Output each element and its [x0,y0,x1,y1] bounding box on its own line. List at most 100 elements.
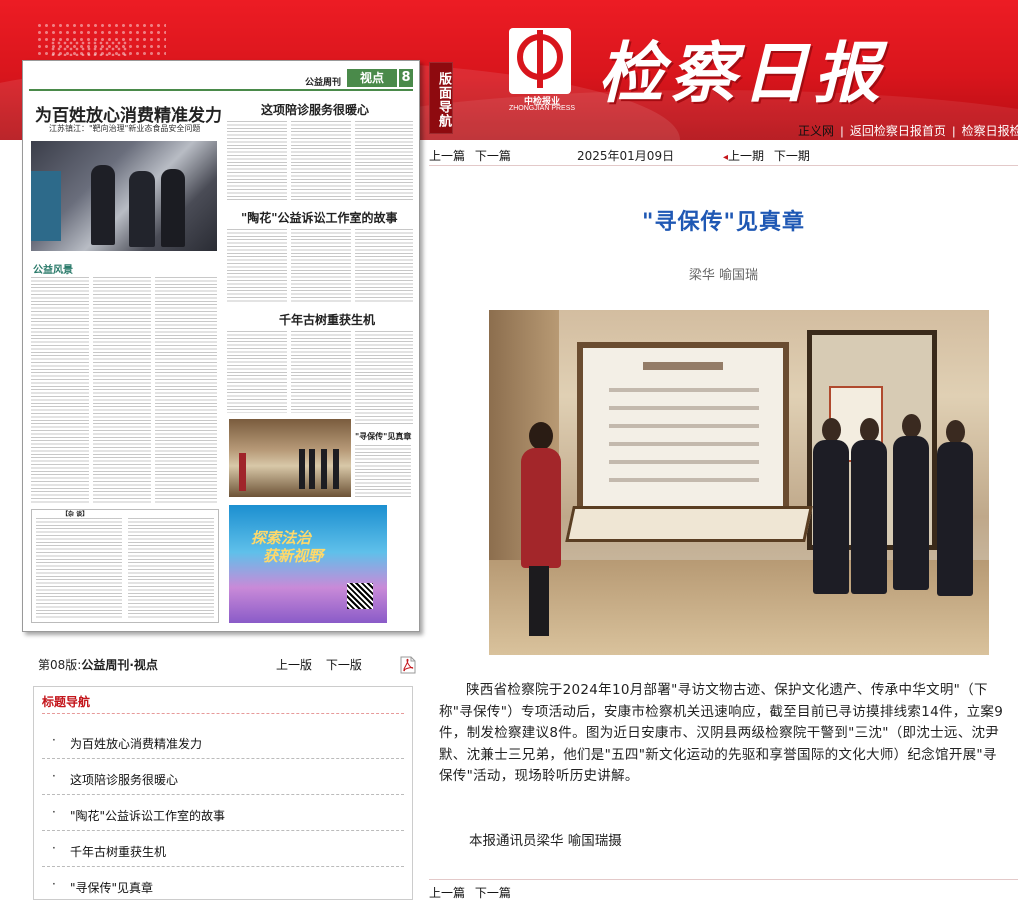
photo-officer [813,418,849,594]
officer-body [813,440,849,594]
headline-link[interactable]: 这项陪诊服务很暖心 [70,771,178,788]
photo-guide [517,422,561,642]
link-zhengyi[interactable]: 正义网 [798,124,834,138]
link-search[interactable]: 检察日报检索 [962,124,1018,138]
paper-text-column [291,121,351,201]
headline-link[interactable]: 千年古树重获生机 [70,843,166,860]
officer-head [946,420,965,444]
paper-text-column [355,445,411,499]
link-separator: | [952,124,956,138]
guide-head [529,422,553,450]
paper-column-label: 公益风景 [33,265,73,276]
photo-officer [937,420,973,596]
board-line [609,478,759,482]
issue-pager: ◂上一期 下一期 [723,147,816,164]
banner-dot-pattern [50,40,130,56]
board-line [609,442,759,446]
page-nav-tag[interactable]: 版面导航 [429,62,453,134]
paper-text-column [291,331,351,413]
paper-text-column [128,518,214,618]
logo-bar [537,30,543,88]
board-header [643,362,723,370]
paper-advertisement: 探索法治 获新视野 [229,505,387,623]
paper-text-column [155,277,217,503]
article-title: "寻保传"见真章 [642,210,805,235]
headline-nav-item[interactable]: · "寻保传"见真章 [42,867,404,900]
article-author: 梁华 喻国瑞 [688,268,759,283]
guide-legs [529,566,549,636]
bullet: · [52,877,56,891]
article-body: 陕西省检察院于2024年10月部署"寻访文物古迹、保护文化遗产、传承中华文明"（… [439,682,1004,784]
photo-officer [893,414,929,590]
board-line [609,406,759,410]
paper-text-column [31,277,89,503]
logo-caption-en: ZHONGJIAN PRESS [508,105,576,112]
paper-text-column [355,331,413,425]
paper-tag: 视点 [347,69,397,87]
paper-text-column [227,229,287,303]
photo-display-case [565,506,813,542]
photo-person [161,169,185,247]
prev-article-link[interactable]: 上一篇 [429,149,465,163]
bullet: · [52,769,56,783]
next-page-link[interactable]: 下一版 [326,658,362,672]
bullet: · [52,733,56,747]
paper-subheadline: 江苏镇江："靶向治理"新业态食品安全问题 [49,124,201,133]
paper-photo [229,419,351,497]
officer-head [902,414,921,438]
paper-headline[interactable]: "寻保传"见真章 [355,431,411,442]
pdf-icon[interactable] [400,656,416,674]
issue-date: 2025年01月09日 [577,149,675,163]
paper-bottom-box: 【杂 谈】 [31,509,219,623]
prev-page-link[interactable]: 上一版 [276,658,312,672]
photo-officer [851,418,887,594]
prev-article-link[interactable]: 上一篇 [429,886,465,900]
photo-person [91,165,115,245]
paper-photo [31,141,217,251]
headline-link[interactable]: 为百姓放心消费精准发力 [70,735,202,752]
paper-section: 公益周刊 [304,78,341,88]
qr-code-icon [347,583,373,609]
paper-text-column [355,121,413,201]
headline-nav-item[interactable]: · "陶花"公益诉讼工作室的故事 [42,795,404,831]
paper-headline[interactable]: 这项陪诊服务很暖心 [261,101,369,118]
next-article-link[interactable]: 下一篇 [475,149,511,163]
headline-nav-item[interactable]: · 这项陪诊服务很暖心 [42,759,404,795]
photo-person [239,453,246,491]
photo-sign [31,171,61,241]
headline-link[interactable]: "陶花"公益诉讼工作室的故事 [70,807,225,824]
photo-exhibit-board [577,342,789,522]
page-name: 公益周刊·视点 [81,658,158,672]
article-photo [489,310,989,655]
link-home[interactable]: 返回检察日报首页 [850,124,946,138]
officer-body [937,442,973,596]
paper-headline[interactable]: 千年古树重获生机 [279,311,375,328]
headline-nav-panel: 标题导航 · 为百姓放心消费精准发力 · 这项陪诊服务很暖心 · "陶花"公益诉讼工作… [33,686,413,900]
photo-person [299,449,305,489]
prev-issue-link[interactable]: 上一期 [728,149,764,163]
page-info: 第08版:公益周刊·视点 [38,656,158,673]
paper-text-column [355,229,413,303]
paper-text-column [291,229,351,303]
officer-body [851,440,887,594]
guide-coat [521,448,561,568]
newspaper-page-image[interactable]: 公益周刊 视点 8 为百姓放心消费精准发力 江苏镇江："靶向治理"新业态食品安全… [22,60,420,632]
officer-head [822,418,841,442]
next-article-link[interactable]: 下一篇 [475,886,511,900]
headline-link[interactable]: "寻保传"见真章 [70,879,153,896]
photo-credit: 本报通讯员梁华 喻国瑞摄 [469,833,622,849]
paper-header: 公益周刊 视点 8 [29,67,413,91]
top-links: 正义网 | 返回检察日报首页 | 检察日报检索 [798,122,1018,139]
article-nav-bar-bottom: 上一篇 下一篇 [429,879,1018,900]
headline-nav-item[interactable]: · 为百姓放心消费精准发力 [42,723,404,759]
photo-person [309,449,315,489]
next-issue-link[interactable]: 下一期 [774,149,810,163]
bullet: · [52,805,56,819]
page-navigation: 上一版 下一版 [276,656,372,673]
headline-nav-item[interactable]: · 千年古树重获生机 [42,831,404,867]
divider [42,713,404,714]
paper-headline[interactable]: "陶花"公益诉讼工作室的故事 [241,209,398,226]
bullet: · [52,841,56,855]
paper-text-column [227,121,287,201]
masthead-title: 检察日报 [598,34,886,112]
